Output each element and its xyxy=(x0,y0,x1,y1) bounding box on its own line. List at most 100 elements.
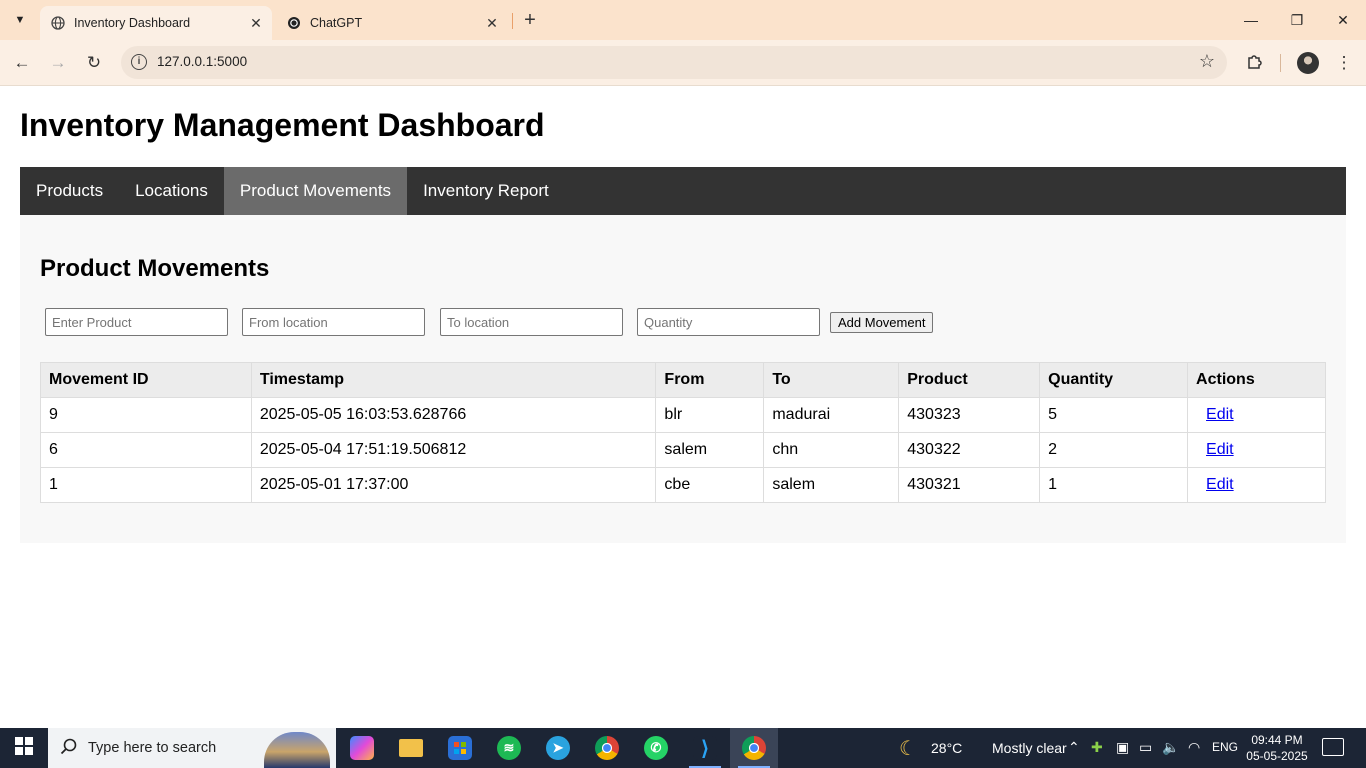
table-row: 6 2025-05-04 17:51:19.506812 salem chn 4… xyxy=(40,432,1326,468)
windows-logo-icon xyxy=(15,736,33,760)
close-icon[interactable]: ✕ xyxy=(482,13,502,33)
actions-cell: Edit xyxy=(1187,432,1326,468)
file-explorer-app[interactable] xyxy=(387,728,435,768)
movement-id-cell: 1 xyxy=(40,467,252,503)
tab-separator xyxy=(512,13,513,29)
close-window-button[interactable]: ✕ xyxy=(1320,0,1366,40)
wifi-icon[interactable]: ◠ xyxy=(1188,739,1200,756)
chrome-app[interactable] xyxy=(583,728,631,768)
taskbar-search[interactable]: Type here to search xyxy=(48,728,336,768)
url-text: 127.0.0.1:5000 xyxy=(157,54,248,69)
tab-search-button[interactable]: ▼ xyxy=(7,7,33,33)
telegram-app[interactable]: ➤ xyxy=(534,728,582,768)
start-button[interactable] xyxy=(0,728,48,768)
forward-button[interactable]: → xyxy=(44,49,72,77)
from-location-input[interactable] xyxy=(242,308,425,336)
movements-table: Movement ID Timestamp From To Product Qu… xyxy=(40,362,1326,503)
folder-icon xyxy=(399,739,423,757)
add-movement-button[interactable]: Add Movement xyxy=(830,312,934,333)
nav-inventory-report[interactable]: Inventory Report xyxy=(407,167,565,215)
store-app[interactable] xyxy=(436,728,484,768)
column-header: Quantity xyxy=(1039,362,1189,398)
tab-inventory-dashboard[interactable]: Inventory Dashboard ✕ xyxy=(40,6,272,40)
minimize-button[interactable]: — xyxy=(1228,0,1274,40)
chrome-icon xyxy=(742,736,766,760)
arrow-right-icon: → xyxy=(49,53,67,72)
column-header: From xyxy=(655,362,765,398)
vscode-icon: ⟩ xyxy=(693,736,717,760)
meet-icon[interactable]: ▣ xyxy=(1116,739,1129,756)
product-input[interactable] xyxy=(45,308,228,336)
weather-condition[interactable]: Mostly clear xyxy=(992,740,1067,756)
star-icon[interactable]: ☆ xyxy=(1199,51,1215,72)
table-row: 1 2025-05-01 17:37:00 cbe salem 430321 1… xyxy=(40,467,1326,503)
actions-cell: Edit xyxy=(1187,397,1326,433)
table-header-row: Movement ID Timestamp From To Product Qu… xyxy=(40,362,1326,398)
whatsapp-app[interactable]: ✆ xyxy=(632,728,680,768)
actions-cell: Edit xyxy=(1187,467,1326,503)
edit-link[interactable]: Edit xyxy=(1206,441,1234,458)
clock[interactable]: 09:44 PM 05-05-2025 xyxy=(1244,732,1310,764)
edit-link[interactable]: Edit xyxy=(1206,406,1234,423)
plus-icon: + xyxy=(524,8,536,31)
to-cell: salem xyxy=(763,467,900,503)
browser-menu-button[interactable]: ⋮ xyxy=(1330,49,1358,77)
telegram-icon: ➤ xyxy=(546,736,570,760)
spotify-app[interactable]: ≋ xyxy=(485,728,533,768)
more-vertical-icon: ⋮ xyxy=(1335,53,1353,72)
product-cell: 430321 xyxy=(898,467,1041,503)
nav-products[interactable]: Products xyxy=(20,167,119,215)
battery-icon[interactable]: ▭ xyxy=(1139,739,1152,756)
app-tray-icon[interactable]: ✚ xyxy=(1091,739,1103,756)
movements-section: Product Movements Add Movement Movement … xyxy=(20,215,1346,543)
back-button[interactable]: ← xyxy=(8,49,36,77)
restore-icon: ❐ xyxy=(1290,11,1304,28)
restore-button[interactable]: ❐ xyxy=(1274,0,1320,40)
info-icon[interactable]: i xyxy=(131,54,147,70)
tab-title: ChatGPT xyxy=(310,16,363,30)
date-text: 05-05-2025 xyxy=(1246,749,1308,763)
search-placeholder: Type here to search xyxy=(88,740,217,756)
chrome-active-app[interactable] xyxy=(730,728,778,768)
column-header: Product xyxy=(898,362,1041,398)
vscode-app[interactable]: ⟩ xyxy=(681,728,729,768)
table-row: 9 2025-05-05 16:03:53.628766 blr madurai… xyxy=(40,397,1326,433)
globe-icon xyxy=(50,15,66,31)
quantity-cell: 1 xyxy=(1039,467,1189,503)
to-location-input[interactable] xyxy=(440,308,623,336)
close-icon[interactable]: ✕ xyxy=(246,13,266,33)
product-cell: 430322 xyxy=(898,432,1041,468)
weather-icon[interactable]: ☾ xyxy=(899,736,917,761)
browser-toolbar: ← → ↻ i 127.0.0.1:5000 ☆ ⋮ xyxy=(0,40,1366,86)
quantity-input[interactable] xyxy=(637,308,820,336)
movement-id-cell: 6 xyxy=(40,432,252,468)
chevron-up-icon[interactable]: ⌃ xyxy=(1068,739,1080,756)
edit-link[interactable]: Edit xyxy=(1206,476,1234,493)
column-header: Actions xyxy=(1187,362,1326,398)
spotify-icon: ≋ xyxy=(497,736,521,760)
reload-icon: ↻ xyxy=(86,53,102,72)
notification-icon[interactable] xyxy=(1322,738,1344,756)
store-icon xyxy=(448,736,472,760)
chrome-icon xyxy=(595,736,619,760)
copilot-app[interactable] xyxy=(338,728,386,768)
language-indicator[interactable]: ENG xyxy=(1212,740,1238,754)
to-cell: madurai xyxy=(763,397,900,433)
quantity-cell: 5 xyxy=(1039,397,1189,433)
address-bar[interactable]: i 127.0.0.1:5000 ☆ xyxy=(121,46,1227,79)
extensions-button[interactable] xyxy=(1241,49,1269,77)
nav-product-movements[interactable]: Product Movements xyxy=(223,167,408,215)
volume-icon[interactable]: 🔈 xyxy=(1162,739,1179,756)
new-tab-button[interactable]: + xyxy=(519,9,541,31)
profile-avatar[interactable] xyxy=(1297,52,1319,74)
quantity-cell: 2 xyxy=(1039,432,1189,468)
reload-button[interactable]: ↻ xyxy=(80,49,108,77)
tab-chatgpt[interactable]: ChatGPT ✕ xyxy=(276,6,508,40)
product-cell: 430323 xyxy=(898,397,1041,433)
weather-temp[interactable]: 28°C xyxy=(931,740,962,756)
section-title: Product Movements xyxy=(40,255,270,282)
nav-locations[interactable]: Locations xyxy=(119,167,224,215)
column-header: Movement ID xyxy=(40,362,252,398)
timestamp-cell: 2025-05-04 17:51:19.506812 xyxy=(250,432,657,468)
search-highlight-image xyxy=(264,732,330,768)
